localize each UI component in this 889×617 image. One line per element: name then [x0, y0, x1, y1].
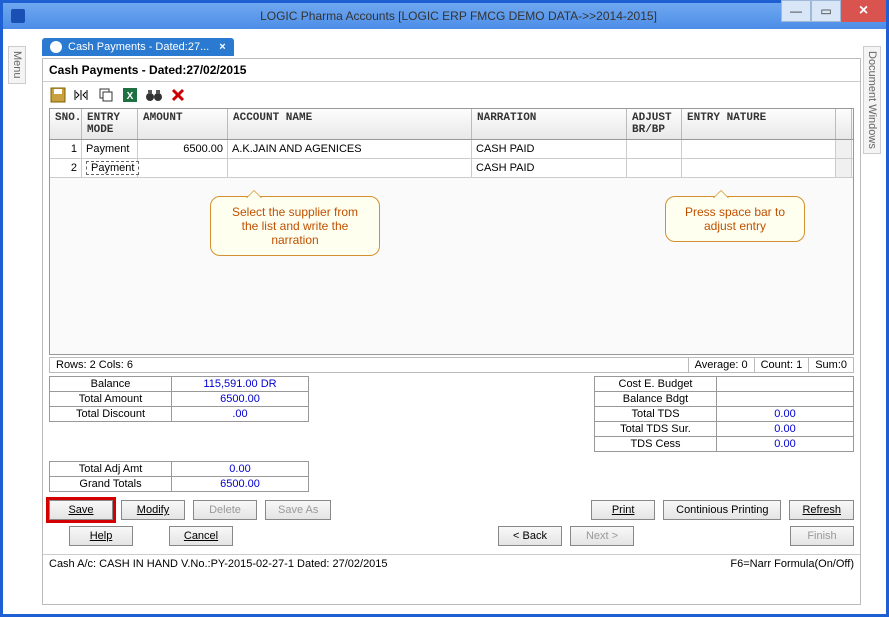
- grand-totals-value: 6500.00: [172, 477, 308, 491]
- active-cell[interactable]: Payment: [86, 161, 139, 175]
- total-adj-label: Total Adj Amt: [50, 462, 172, 476]
- callout-adjust: Press space bar to adjust entry: [665, 196, 805, 242]
- grid-average: Average: 0: [688, 358, 754, 372]
- binoculars-icon[interactable]: [145, 86, 163, 104]
- col-scroll: [836, 109, 852, 139]
- print-button[interactable]: Print: [591, 500, 655, 520]
- toolbar: X: [43, 82, 860, 108]
- close-button[interactable]: ×: [841, 0, 886, 22]
- svg-text:X: X: [127, 91, 134, 102]
- col-account-name[interactable]: ACCOUNT NAME: [228, 109, 472, 139]
- tab-close-icon[interactable]: ×: [219, 41, 225, 53]
- copy-icon[interactable]: [97, 86, 115, 104]
- cell-account-name[interactable]: A.K.JAIN AND AGENICES: [228, 140, 472, 158]
- app-icon: [11, 9, 25, 23]
- balance-label: Balance: [50, 377, 172, 391]
- grid-row[interactable]: 1 Payment 6500.00 A.K.JAIN AND AGENICES …: [50, 140, 853, 159]
- cell-narration[interactable]: CASH PAID: [472, 159, 627, 177]
- tds-cess-value: 0.00: [717, 437, 853, 451]
- window-title: LOGIC Pharma Accounts [LOGIC ERP FMCG DE…: [31, 9, 886, 23]
- delete-icon[interactable]: [169, 86, 187, 104]
- panel-title: Cash Payments - Dated:27/02/2015: [43, 59, 860, 82]
- cell-sno[interactable]: 2: [50, 159, 82, 177]
- col-amount[interactable]: AMOUNT: [138, 109, 228, 139]
- col-narration[interactable]: NARRATION: [472, 109, 627, 139]
- balance-budget-label: Balance Bdgt: [595, 392, 717, 406]
- excel-icon[interactable]: X: [121, 86, 139, 104]
- cell-adjust[interactable]: [627, 159, 682, 177]
- next-button[interactable]: Next >: [570, 526, 634, 546]
- back-button[interactable]: < Back: [498, 526, 562, 546]
- document-windows-side-tab[interactable]: Document Windows: [863, 46, 881, 154]
- entry-grid[interactable]: SNO. ENTRY MODE AMOUNT ACCOUNT NAME NARR…: [49, 108, 854, 355]
- finish-button[interactable]: Finish: [790, 526, 854, 546]
- col-adjust[interactable]: ADJUST BR/BP: [627, 109, 682, 139]
- cell-entry-nature[interactable]: [682, 159, 836, 177]
- save-icon[interactable]: [49, 86, 67, 104]
- grid-empty-area: Select the supplier from the list and wr…: [50, 178, 853, 354]
- refresh-button[interactable]: Refresh: [789, 500, 854, 520]
- balance-value: 115,591.00 DR: [172, 377, 308, 391]
- total-tds-sur-value: 0.00: [717, 422, 853, 436]
- cancel-button[interactable]: Cancel: [169, 526, 233, 546]
- cell-amount[interactable]: [138, 159, 228, 177]
- total-discount-value: .00: [172, 407, 308, 421]
- cell-entry-mode[interactable]: Payment: [82, 159, 138, 177]
- grid-sum: Sum:0: [808, 358, 853, 372]
- col-entry-nature[interactable]: ENTRY NATURE: [682, 109, 836, 139]
- cell-account-name[interactable]: [228, 159, 472, 177]
- cell-sno[interactable]: 1: [50, 140, 82, 158]
- titlebar[interactable]: LOGIC Pharma Accounts [LOGIC ERP FMCG DE…: [3, 3, 886, 29]
- total-amount-value: 6500.00: [172, 392, 308, 406]
- saveas-button[interactable]: Save As: [265, 500, 331, 520]
- columns-icon[interactable]: [73, 86, 91, 104]
- grand-totals-label: Grand Totals: [50, 477, 172, 491]
- total-tds-sur-label: Total TDS Sur.: [595, 422, 717, 436]
- menu-side-tab[interactable]: Menu: [8, 46, 26, 84]
- tab-app-icon: [50, 41, 62, 53]
- scrollbar[interactable]: [836, 159, 852, 177]
- modify-button[interactable]: Modify: [121, 500, 185, 520]
- total-tds-label: Total TDS: [595, 407, 717, 421]
- minimize-button[interactable]: —: [781, 0, 811, 22]
- total-tds-value: 0.00: [717, 407, 853, 421]
- total-amount-label: Total Amount: [50, 392, 172, 406]
- scrollbar[interactable]: [836, 140, 852, 158]
- app-window: LOGIC Pharma Accounts [LOGIC ERP FMCG DE…: [0, 0, 889, 617]
- document-tab[interactable]: Cash Payments - Dated:27... ×: [42, 38, 234, 56]
- status-left: Cash A/c: CASH IN HAND V.No.:PY-2015-02-…: [49, 558, 388, 570]
- save-button[interactable]: Save: [49, 500, 113, 520]
- cost-budget-label: Cost E. Budget: [595, 377, 717, 391]
- col-sno[interactable]: SNO.: [50, 109, 82, 139]
- maximize-button[interactable]: ▭: [811, 0, 841, 22]
- cost-budget-value: [717, 377, 853, 391]
- callout-supplier: Select the supplier from the list and wr…: [210, 196, 380, 256]
- tds-cess-label: TDS Cess: [595, 437, 717, 451]
- continuous-printing-button[interactable]: Continious Printing: [663, 500, 781, 520]
- cell-amount[interactable]: 6500.00: [138, 140, 228, 158]
- tab-label: Cash Payments - Dated:27...: [68, 41, 209, 53]
- status-right: F6=Narr Formula(On/Off): [730, 558, 854, 570]
- cell-entry-nature[interactable]: [682, 140, 836, 158]
- grid-count: Count: 1: [754, 358, 809, 372]
- help-button[interactable]: Help: [69, 526, 133, 546]
- total-adj-value: 0.00: [172, 462, 308, 476]
- grid-row[interactable]: 2 Payment CASH PAID: [50, 159, 853, 178]
- cell-adjust[interactable]: [627, 140, 682, 158]
- cell-entry-mode[interactable]: Payment: [82, 140, 138, 158]
- grid-rows-cols: Rows: 2 Cols: 6: [50, 358, 688, 372]
- delete-button[interactable]: Delete: [193, 500, 257, 520]
- grid-stats-bar: Rows: 2 Cols: 6 Average: 0 Count: 1 Sum:…: [49, 357, 854, 373]
- col-entry-mode[interactable]: ENTRY MODE: [82, 109, 138, 139]
- total-discount-label: Total Discount: [50, 407, 172, 421]
- cell-narration[interactable]: CASH PAID: [472, 140, 627, 158]
- balance-budget-value: [717, 392, 853, 406]
